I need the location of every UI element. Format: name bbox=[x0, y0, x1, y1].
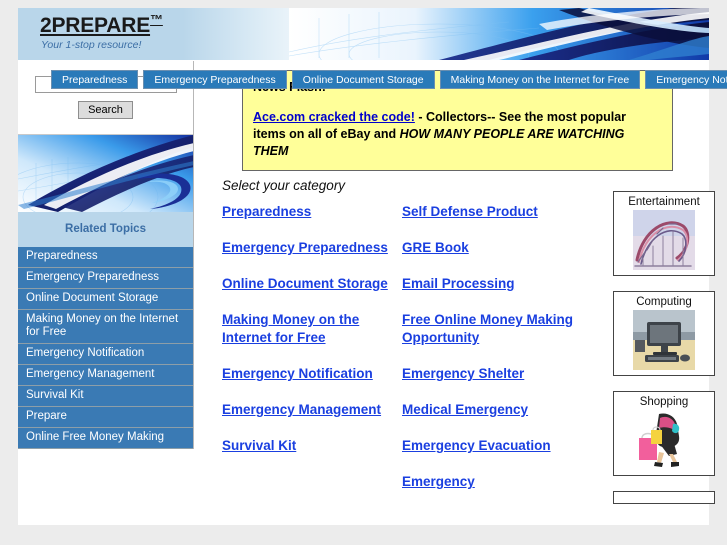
page-container: 2PREPARE™ Your 1-stop resource! Prepared… bbox=[18, 8, 727, 525]
select-category-heading: Select your category bbox=[222, 178, 346, 193]
category-link-making-money-internet-free[interactable]: Making Money on the Internet for Free bbox=[222, 311, 397, 347]
category-link-gre-book[interactable]: GRE Book bbox=[402, 239, 582, 257]
category-link-self-defense-product[interactable]: Self Defense Product bbox=[402, 203, 582, 221]
category-links-right-column: Self Defense Product GRE Book Email Proc… bbox=[402, 203, 582, 509]
desktop-computer-icon bbox=[633, 310, 695, 370]
site-header: 2PREPARE™ Your 1-stop resource! bbox=[18, 8, 709, 60]
category-links-left-column: Preparedness Emergency Preparedness Onli… bbox=[222, 203, 397, 473]
banner-swoosh-graphic bbox=[289, 8, 709, 60]
brand-name: 2PREPARE bbox=[40, 14, 151, 37]
nav-tab-online-document-storage[interactable]: Online Document Storage bbox=[291, 70, 435, 89]
shopper-icon bbox=[633, 410, 695, 470]
category-box-label: Entertainment bbox=[628, 196, 700, 208]
category-box-next[interactable] bbox=[613, 491, 715, 504]
site-tagline: Your 1-stop resource! bbox=[41, 39, 142, 51]
sidebar-item-online-free-money-making[interactable]: Online Free Money Making bbox=[18, 428, 193, 449]
rollercoaster-icon bbox=[633, 210, 695, 270]
category-box-shopping[interactable]: Shopping bbox=[613, 391, 715, 476]
category-link-emergency[interactable]: Emergency bbox=[402, 473, 582, 491]
category-link-email-processing[interactable]: Email Processing bbox=[402, 275, 582, 293]
category-link-medical-emergency[interactable]: Medical Emergency bbox=[402, 401, 582, 419]
sidebar-item-emergency-notification[interactable]: Emergency Notification bbox=[18, 344, 193, 365]
nav-tab-preparedness[interactable]: Preparedness bbox=[51, 70, 139, 89]
sidebar: Search Related Topics Preparedness Emerg… bbox=[18, 61, 194, 449]
nav-tab-emergency-preparedness[interactable]: Emergency Preparedness bbox=[143, 70, 287, 89]
sidebar-banner-graphic bbox=[18, 135, 193, 212]
sidebar-item-survival-kit[interactable]: Survival Kit bbox=[18, 386, 193, 407]
sidebar-item-online-document-storage[interactable]: Online Document Storage bbox=[18, 289, 193, 310]
category-link-survival-kit[interactable]: Survival Kit bbox=[222, 437, 397, 455]
sidebar-item-emergency-preparedness[interactable]: Emergency Preparedness bbox=[18, 268, 193, 289]
category-box-label: Computing bbox=[636, 296, 692, 308]
category-box-computing[interactable]: Computing bbox=[613, 291, 715, 376]
sidebar-item-prepare[interactable]: Prepare bbox=[18, 407, 193, 428]
related-topics-header: Related Topics bbox=[18, 212, 193, 247]
category-link-emergency-notification[interactable]: Emergency Notification bbox=[222, 365, 397, 383]
header-banner-graphic bbox=[289, 8, 709, 60]
category-link-preparedness[interactable]: Preparedness bbox=[222, 203, 397, 221]
category-boxes: Entertainment Computing Shopping bbox=[613, 191, 715, 519]
trademark-symbol: ™ bbox=[150, 12, 163, 27]
sidebar-item-preparedness[interactable]: Preparedness bbox=[18, 247, 193, 268]
sidebar-swoosh-graphic bbox=[18, 135, 193, 212]
category-box-label: Shopping bbox=[639, 396, 689, 408]
category-link-online-document-storage[interactable]: Online Document Storage bbox=[222, 275, 397, 293]
category-box-entertainment[interactable]: Entertainment bbox=[613, 191, 715, 276]
category-link-emergency-shelter[interactable]: Emergency Shelter bbox=[402, 365, 582, 383]
category-link-emergency-preparedness[interactable]: Emergency Preparedness bbox=[222, 239, 397, 257]
news-flash-link[interactable]: Ace.com cracked the code! bbox=[253, 110, 415, 124]
page-body: Search Related Topics Preparedness Emerg… bbox=[18, 60, 715, 525]
nav-tab-making-money-internet-free[interactable]: Making Money on the Internet for Free bbox=[439, 70, 641, 89]
site-logo: 2PREPARE™ bbox=[40, 12, 163, 38]
sidebar-item-making-money-internet-free[interactable]: Making Money on the Internet for Free bbox=[18, 310, 193, 344]
category-link-emergency-evacuation[interactable]: Emergency Evacuation bbox=[402, 437, 582, 455]
sidebar-item-emergency-management[interactable]: Emergency Management bbox=[18, 365, 193, 386]
search-button[interactable]: Search bbox=[78, 100, 133, 119]
category-link-emergency-management[interactable]: Emergency Management bbox=[222, 401, 397, 419]
nav-tab-emergency-notification[interactable]: Emergency Notification bbox=[645, 70, 727, 89]
main-content: News Flash: Ace.com cracked the code! - C… bbox=[195, 61, 715, 525]
main-navigation: Preparedness Emergency Preparedness Onli… bbox=[51, 70, 727, 89]
category-link-free-online-money-making-opportunity[interactable]: Free Online Money Making Opportunity bbox=[402, 311, 582, 347]
